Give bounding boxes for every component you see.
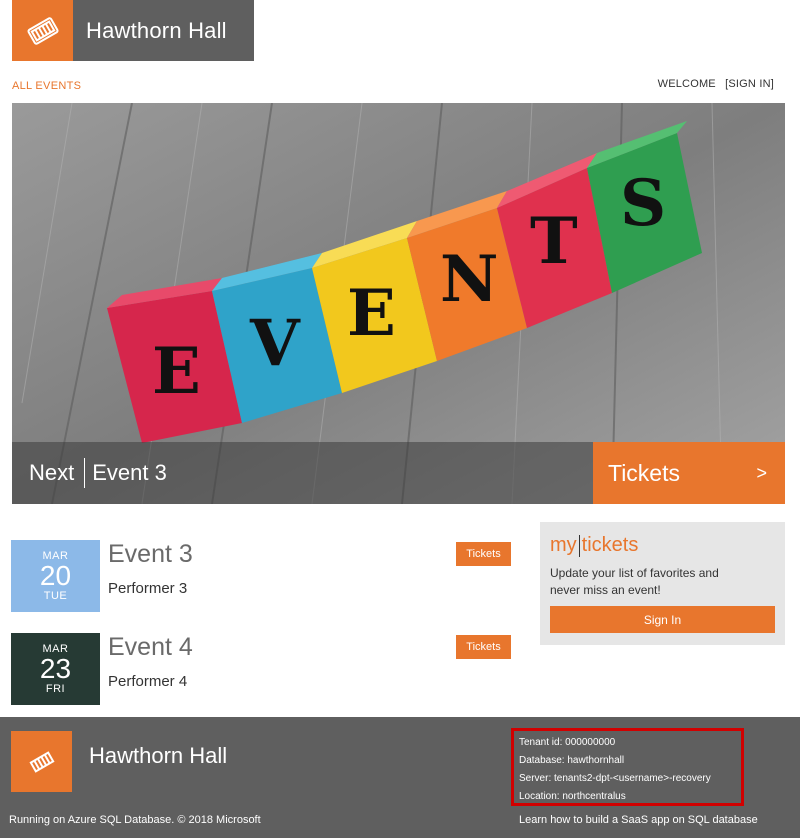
hero-separator xyxy=(84,458,86,488)
hero-event-name: Event 3 xyxy=(92,460,167,485)
all-events-link[interactable]: ALL EVENTS xyxy=(12,80,81,92)
sign-in-button[interactable]: Sign In xyxy=(550,606,775,633)
tenant-info-box: Tenant id: 000000000 Database: hawthornh… xyxy=(511,728,744,806)
top-nav: ALL EVENTS WELCOME [SIGN IN] xyxy=(12,78,774,96)
event-date-box: MAR 23 FRI xyxy=(11,633,100,705)
event-performer: Performer 3 xyxy=(108,580,188,597)
brand-header[interactable]: Hawthorn Hall xyxy=(12,0,254,61)
sign-in-link[interactable]: [SIGN IN] xyxy=(725,78,774,90)
mytickets-panel: my tickets Update your list of favorites… xyxy=(540,522,785,645)
hero-next-label: Next xyxy=(29,460,75,485)
block-letter: S xyxy=(620,166,666,241)
event-tickets-button[interactable]: Tickets xyxy=(456,635,511,659)
hero-tickets-button[interactable]: Tickets > xyxy=(593,442,785,504)
event-date-box: MAR 20 TUE xyxy=(11,540,100,612)
footer-title: Hawthorn Hall xyxy=(89,743,228,768)
hero-tickets-label: Tickets xyxy=(608,459,680,486)
event-name[interactable]: Event 4 xyxy=(108,633,193,662)
event-day: 20 xyxy=(39,560,72,591)
chevron-right-icon: > xyxy=(756,462,767,483)
event-item[interactable]: MAR 23 FRI Event 4 Performer 4 Tickets xyxy=(11,633,511,705)
event-item[interactable]: MAR 20 TUE Event 3 Performer 3 Tickets xyxy=(11,540,511,612)
event-weekday: FRI xyxy=(45,683,66,695)
mytickets-logo: my tickets xyxy=(550,534,775,557)
ticket-icon xyxy=(12,0,73,61)
tenant-id: Tenant id: 000000000 xyxy=(519,737,616,748)
hero-caption: Next Event 3 xyxy=(12,442,593,504)
footer-learn-link[interactable]: Learn how to build a SaaS app on SQL dat… xyxy=(519,814,758,826)
location: Location: northcentralus xyxy=(519,791,626,802)
server-name: Server: tenants2-dpt-<username>-recovery xyxy=(519,773,711,784)
hero-banner[interactable]: E V E N T S Next Event 3 Tickets > xyxy=(12,103,785,504)
block-letter: E xyxy=(152,334,201,409)
event-performer: Performer 4 xyxy=(108,673,188,690)
welcome-area: WELCOME [SIGN IN] xyxy=(658,78,774,90)
mytickets-logo-my: my xyxy=(550,534,577,556)
block-letter: V xyxy=(249,306,301,381)
footer: Hawthorn Hall Tenant id: 000000000 Datab… xyxy=(0,717,800,838)
database-name: Database: hawthornhall xyxy=(519,755,625,766)
mytickets-description: Update your list of favorites and never … xyxy=(550,566,719,597)
footer-copyright: Running on Azure SQL Database. © 2018 Mi… xyxy=(9,814,261,826)
welcome-text: WELCOME xyxy=(657,78,716,90)
mytickets-logo-bar xyxy=(578,534,580,557)
brand-title: Hawthorn Hall xyxy=(86,17,227,43)
event-day: 23 xyxy=(39,653,72,684)
event-tickets-button[interactable]: Tickets xyxy=(456,542,511,566)
ticket-icon xyxy=(11,731,72,792)
event-weekday: TUE xyxy=(43,590,68,602)
event-name[interactable]: Event 3 xyxy=(108,540,193,569)
mytickets-logo-tickets: tickets xyxy=(581,534,639,556)
block-letter: N xyxy=(440,242,499,317)
block-letter: E xyxy=(347,276,396,351)
block-letter: T xyxy=(530,204,578,279)
